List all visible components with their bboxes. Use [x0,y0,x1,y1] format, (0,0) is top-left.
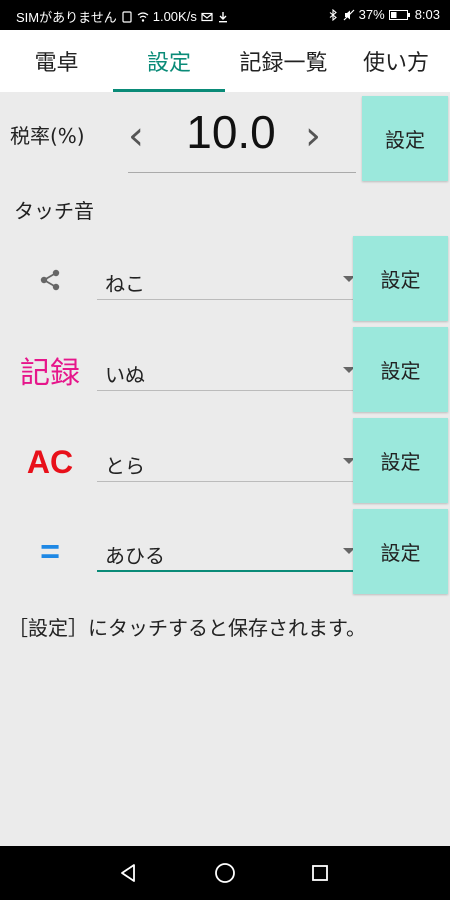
tab-calculator[interactable]: 電卓 [0,30,113,92]
download-icon [218,11,227,22]
sound-save-button-1[interactable]: 設定 [353,236,448,321]
tab-label: 使い方 [362,51,429,76]
navigation-bar [0,846,450,900]
silent-icon [343,9,355,20]
ac-icon: AC [26,443,74,480]
back-icon[interactable] [98,846,158,900]
home-icon[interactable] [195,846,255,900]
status-bar: SIMがありません 1.00K/s 37% 8:03 [0,0,450,30]
status-left: SIMがありません 1.00K/s [16,7,229,26]
sound-select-1[interactable]: ねこ [97,258,355,300]
save-hint-text: ［設定］にタッチすると保存されます。 [8,616,366,640]
battery-icon [388,9,410,20]
clock: 8:03 [414,7,440,22]
wifi-icon [137,11,149,22]
touch-sound-label: タッチ音 [14,199,94,223]
share-icon [0,258,100,302]
network-speed: 1.00K/s [152,9,197,24]
sound-save-button-4[interactable]: 設定 [353,509,448,594]
carrier-text: SIMがありません [16,10,117,25]
tax-rate-value: 10.0 [186,106,276,158]
tab-howto[interactable]: 使い方 [342,30,450,92]
select-underline [97,570,355,572]
tax-save-button[interactable]: 設定 [362,96,448,181]
status-right: 37% 8:03 [327,7,440,22]
sound-select-value: とら [105,454,145,478]
sound-save-button-3[interactable]: 設定 [353,418,448,503]
sound-select-2[interactable]: いぬ [97,349,355,391]
sound-select-value: ねこ [105,272,145,296]
sound-select-value: あひる [105,544,165,568]
tab-label: 電卓 [34,51,79,76]
sound-select-3[interactable]: とら [97,440,355,482]
tab-label: 設定 [146,51,191,76]
select-underline [97,299,355,300]
select-underline [97,481,355,482]
tab-bar: 電卓 設定 記録一覧 使い方 [0,30,450,92]
sim-icon [122,10,132,23]
tab-label: 記録一覧 [239,51,328,76]
mail-icon [201,12,213,21]
increment-arrow-icon[interactable]: › [305,113,321,159]
sound-save-button-2[interactable]: 設定 [353,327,448,412]
sound-select-4[interactable]: あひる [97,530,355,572]
sound-select-value: いぬ [105,363,145,387]
decrement-arrow-icon[interactable]: ‹ [128,113,144,159]
tab-settings[interactable]: 設定 [113,30,225,92]
tax-rate-underline [128,172,356,173]
tax-rate-label: 税率(%) [10,124,85,148]
record-icon: 記録 [20,356,80,391]
equals-icon: = [40,532,60,571]
select-underline [97,390,355,391]
bluetooth-icon [329,8,337,21]
battery-percent: 37% [358,7,385,22]
recents-icon[interactable] [290,846,350,900]
tab-history[interactable]: 記録一覧 [225,30,342,92]
